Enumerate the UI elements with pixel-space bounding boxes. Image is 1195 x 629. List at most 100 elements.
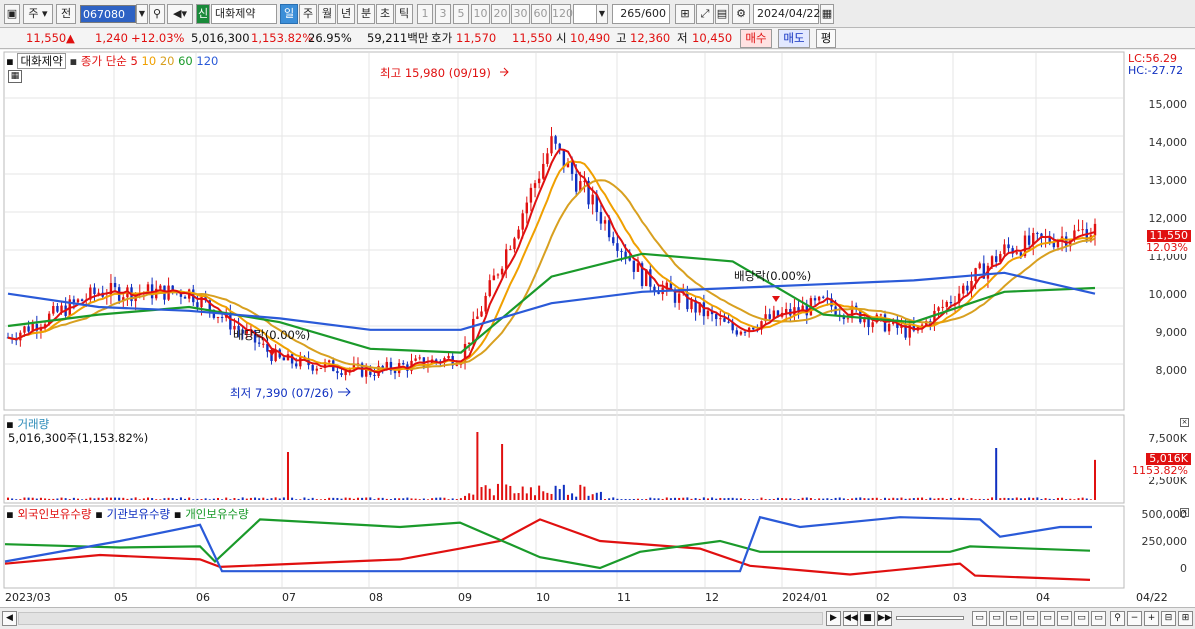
chart-tool-icon[interactable]: ⤢ [696, 4, 714, 24]
volume-bar [373, 499, 376, 500]
volume-value-label: 5,016,300주(1,153.82%) [8, 431, 149, 445]
eval-button[interactable]: 평 [816, 29, 836, 48]
volume-bar [398, 498, 401, 500]
x-tick-04-22: 04/22 [1136, 591, 1168, 604]
layout-8-icon[interactable]: ▭ [1091, 611, 1106, 626]
indicator-grid-icon[interactable]: ▦ [8, 70, 22, 83]
interval-20[interactable]: 20 [491, 4, 510, 24]
foreign-holder-label[interactable]: 외국인보유수량 [17, 507, 91, 521]
candle-body [336, 371, 339, 374]
speaker-icon[interactable]: ◀▾ [167, 4, 193, 24]
volume-bar [599, 491, 602, 500]
candle-body [686, 292, 689, 310]
volume-bar [867, 498, 870, 500]
period-minute[interactable]: 분 [357, 4, 375, 24]
zoom-in-icon[interactable]: + [1144, 611, 1159, 626]
interval-60[interactable]: 60 [531, 4, 550, 24]
layout-icon[interactable]: ▣ [4, 4, 20, 24]
stock-name-field[interactable]: 대화제약 [211, 4, 277, 24]
volume-bar [68, 499, 71, 500]
chart-area[interactable]: ▪ 대화제약 ▪ 종가 단순 5 10 20 60 120 ▦ LC:56.29… [0, 50, 1195, 607]
interval-120[interactable]: 120 [551, 4, 573, 24]
candle-body [447, 355, 450, 359]
calendar-icon[interactable]: ▦ [820, 4, 834, 24]
layout-3-icon[interactable]: ▭ [1006, 611, 1021, 626]
volume-bar [715, 498, 718, 500]
layout-7-icon[interactable]: ▭ [1074, 611, 1089, 626]
magnifier-icon[interactable]: ⚲ [1110, 611, 1125, 626]
prev-page-icon[interactable]: ◀◀ [843, 611, 858, 626]
inst-holder-label[interactable]: 기관보유수량 [107, 507, 170, 521]
candle-body [620, 250, 623, 252]
period-tick[interactable]: 틱 [395, 4, 413, 24]
expand-icon[interactable]: ⊞ [1178, 611, 1193, 626]
volume-bar [19, 499, 22, 500]
candle-body [990, 256, 994, 266]
scroll-left-icon[interactable]: ◀ [2, 611, 17, 626]
save-icon[interactable]: ▤ [715, 4, 729, 24]
period-week[interactable]: 주 [299, 4, 317, 24]
volume-bar [711, 497, 714, 500]
buy-button[interactable]: 매수 [740, 29, 772, 48]
horizontal-scrollbar[interactable] [18, 612, 823, 625]
period-month[interactable]: 월 [318, 4, 336, 24]
stop-icon[interactable]: ■ [860, 611, 875, 626]
zoom-slider[interactable] [896, 616, 964, 620]
layout-6-icon[interactable]: ▭ [1057, 611, 1072, 626]
stock-code-input[interactable] [80, 5, 136, 23]
grid-tool-icon[interactable]: ⊞ [675, 4, 695, 24]
retail-holder-label[interactable]: 개인보유수량 [185, 507, 248, 521]
zoom-out-icon[interactable]: − [1127, 611, 1142, 626]
date-field[interactable]: 2024/04/22 [753, 4, 820, 24]
high-label: 고 [616, 31, 627, 45]
scroll-right-icon[interactable]: ▶ [826, 611, 841, 626]
all-button[interactable]: 전 [56, 4, 76, 24]
volume-bar [731, 497, 734, 500]
layout-5-icon[interactable]: ▭ [1040, 611, 1055, 626]
ask-price: 11,570 [456, 31, 497, 45]
interval-1[interactable]: 1 [417, 4, 433, 24]
volume-title[interactable]: 거래량 [17, 417, 49, 431]
volume-bar [1048, 498, 1051, 500]
chart-canvas[interactable] [0, 50, 1195, 607]
candle-body [714, 314, 718, 320]
interval-dropdown-icon[interactable]: ▼ [596, 4, 608, 24]
gear-icon[interactable]: ⚙ [732, 4, 750, 24]
holder-close-icon[interactable]: × [1180, 508, 1189, 517]
toolbar: ▣ 주 ▾ 전 ▼ ⚲ ◀▾ 신 대화제약 일 주 월 년 분 초 틱 1 3 … [0, 0, 1195, 28]
volume-bar [991, 497, 994, 500]
volume-close-icon[interactable]: × [1180, 418, 1189, 427]
volume-bar [818, 498, 821, 500]
volume-bar [216, 497, 219, 500]
volume-bar [735, 498, 738, 500]
volume-bar [719, 497, 722, 500]
layout-4-icon[interactable]: ▭ [1023, 611, 1038, 626]
interval-10[interactable]: 10 [471, 4, 490, 24]
volume-bar [995, 448, 998, 500]
volume-bar [900, 497, 903, 500]
ma-title[interactable]: 종가 단순 [81, 54, 127, 68]
volume-bar [356, 497, 359, 500]
interval-3[interactable]: 3 [435, 4, 451, 24]
layout-2-icon[interactable]: ▭ [989, 611, 1004, 626]
period-year[interactable]: 년 [337, 4, 355, 24]
stock-name-label[interactable]: 대화제약 [17, 53, 66, 69]
next-page-icon[interactable]: ▶▶ [877, 611, 892, 626]
volume-bar [439, 497, 442, 500]
candle-body [311, 365, 314, 371]
period-second[interactable]: 초 [376, 4, 394, 24]
count-field[interactable]: 265/600 [612, 4, 670, 24]
bid-price: 11,550 [512, 31, 553, 45]
layout-1-icon[interactable]: ▭ [972, 611, 987, 626]
code-dropdown-icon[interactable]: ▼ [136, 4, 148, 24]
volume-bar [109, 497, 112, 500]
interval-30[interactable]: 30 [511, 4, 530, 24]
interval-5[interactable]: 5 [453, 4, 469, 24]
market-select[interactable]: 주 ▾ [23, 4, 53, 24]
collapse-icon[interactable]: ⊟ [1161, 611, 1176, 626]
volume-bar [1073, 499, 1076, 500]
period-day[interactable]: 일 [280, 4, 298, 24]
search-icon[interactable]: ⚲ [149, 4, 165, 24]
sell-button[interactable]: 매도 [778, 29, 810, 48]
low-label: 저 [677, 31, 688, 45]
